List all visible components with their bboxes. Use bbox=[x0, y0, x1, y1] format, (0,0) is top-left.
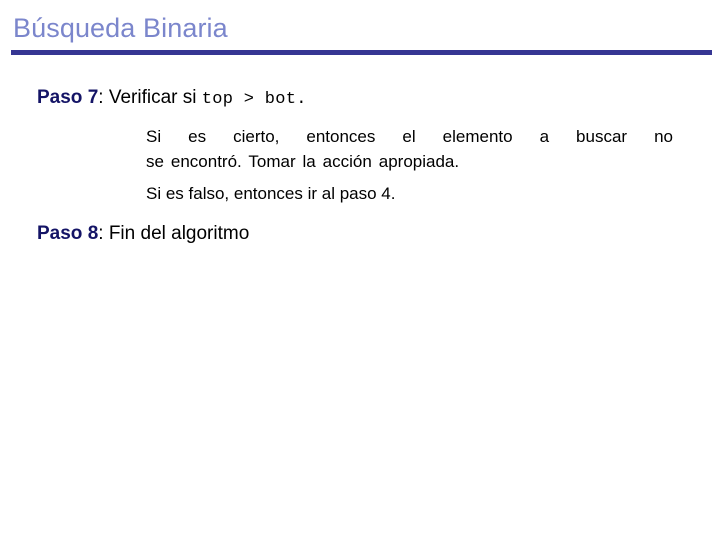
step-8-heading: Paso 8: Fin del algoritmo bbox=[37, 222, 249, 246]
step-7-subitem-2: Si es falso, entonces ir al paso 4. bbox=[146, 184, 396, 203]
step-8-text: Fin del algoritmo bbox=[103, 223, 250, 244]
step-7-subitem-1: Si es cierto, entonces el elemento a bus… bbox=[146, 124, 673, 174]
page-title: Búsqueda Binaria bbox=[13, 13, 228, 43]
step-7-subitem-1-line-2: se encontró. Tomar la acción apropiada. bbox=[146, 152, 460, 171]
step-7-label: Paso 7 bbox=[37, 87, 99, 108]
step-7-text: Verificar si bbox=[103, 87, 202, 108]
step-7-code: top > bot. bbox=[201, 90, 307, 109]
step-8-label: Paso 8 bbox=[37, 223, 99, 244]
slide: Búsqueda Binaria Paso 7: Verificar si to… bbox=[0, 0, 720, 540]
step-7-subitem-1-line-1: Si es cierto, entonces el elemento a bus… bbox=[146, 127, 673, 146]
step-7-heading: Paso 7: Verificar si top > bot. bbox=[37, 86, 307, 112]
title-underline-rule bbox=[11, 50, 712, 55]
